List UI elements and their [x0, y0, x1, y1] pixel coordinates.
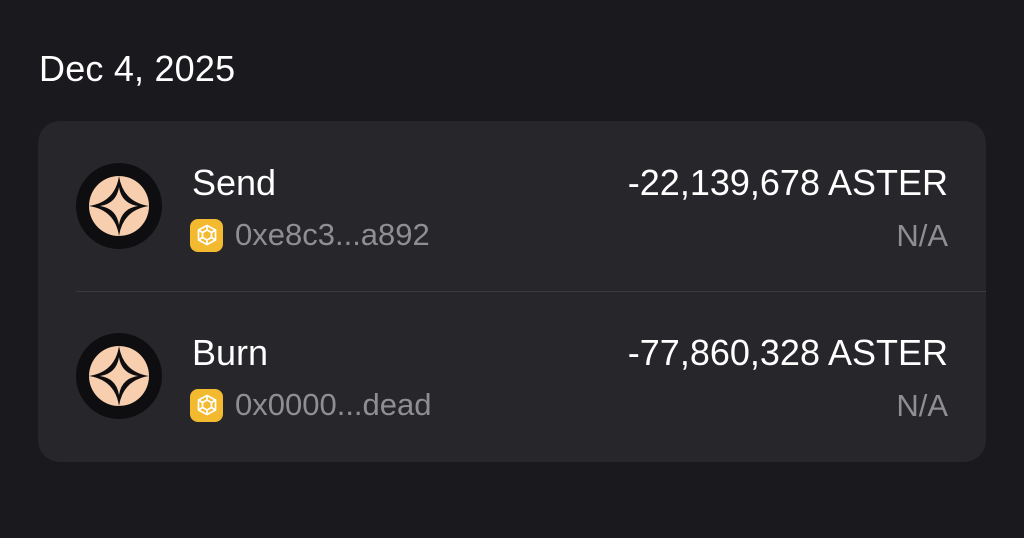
transaction-address: 0x0000...dead	[235, 387, 432, 422]
bnb-chain-icon	[190, 218, 223, 252]
transaction-list: Send 0xe8c3...a892 -22,139,678 ASTER N/A	[38, 121, 986, 462]
transaction-amount: -77,860,328 ASTER	[627, 332, 948, 373]
transaction-address-line: 0xe8c3...a892	[190, 217, 430, 253]
transaction-type: Send	[192, 162, 277, 203]
transaction-amount: -22,139,678 ASTER	[627, 162, 948, 203]
transaction-fiat-value: N/A	[896, 388, 948, 423]
transaction-address-line: 0x0000...dead	[190, 387, 432, 423]
aster-token-icon	[76, 163, 162, 249]
transaction-row[interactable]: Burn 0x0000...dead -77,860,328 ASTER N/A	[38, 291, 986, 461]
transaction-type: Burn	[192, 332, 269, 373]
transaction-address: 0xe8c3...a892	[235, 217, 430, 252]
transaction-row[interactable]: Send 0xe8c3...a892 -22,139,678 ASTER N/A	[38, 121, 986, 291]
transaction-fiat-value: N/A	[896, 218, 948, 253]
aster-token-icon	[76, 333, 162, 419]
date-header: Dec 4, 2025	[39, 48, 236, 89]
bnb-chain-icon	[190, 388, 223, 422]
